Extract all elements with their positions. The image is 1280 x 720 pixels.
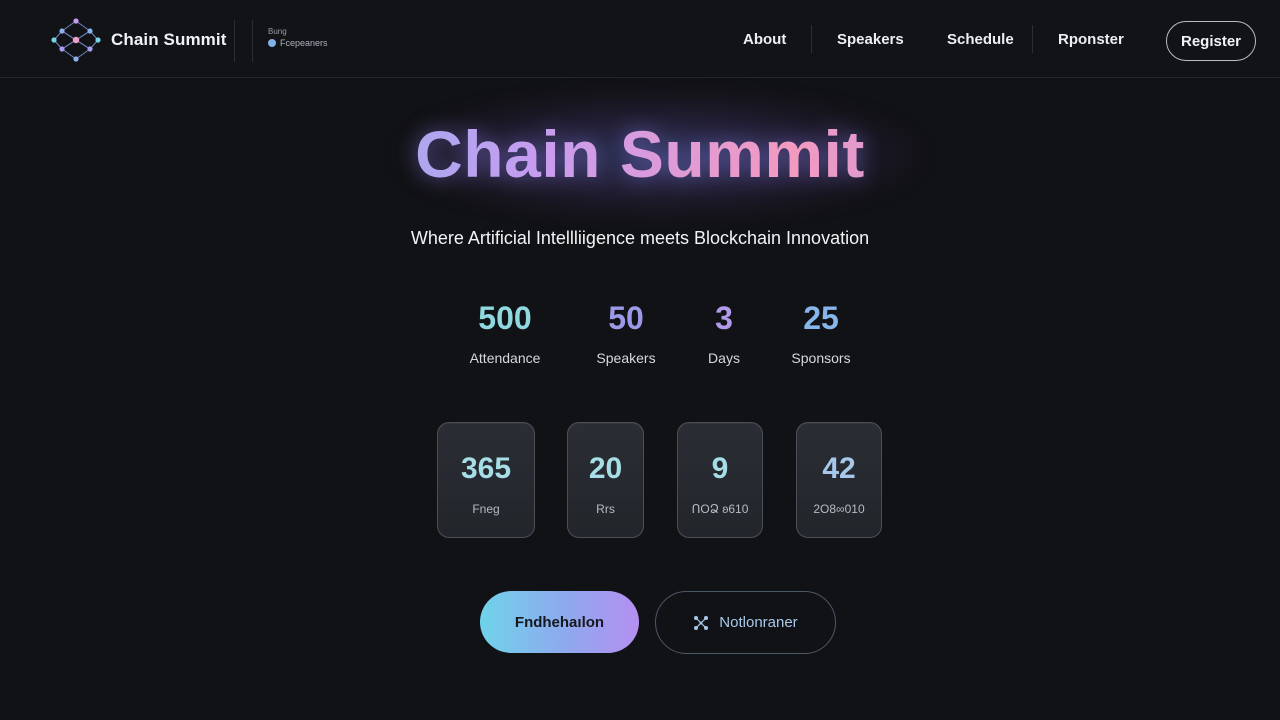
header-divider xyxy=(252,20,253,62)
hero-subtitle: Where Artificial Intellliigence meets Bl… xyxy=(410,228,870,248)
nav-divider xyxy=(811,25,812,53)
stat-attendance: 500 Attendance xyxy=(455,300,555,366)
register-button[interactable]: Register xyxy=(1166,21,1256,61)
countdown-card: 365 Fneg xyxy=(437,422,535,538)
countdown-value: 365 xyxy=(460,452,512,485)
countdown-value: 9 xyxy=(711,452,729,485)
nav-sponsor[interactable]: Rponster xyxy=(1058,31,1124,48)
stat-label: Sponsors xyxy=(791,350,851,366)
stat-label: Days xyxy=(708,350,740,366)
countdown-value: 42 xyxy=(822,452,856,485)
brand-name[interactable]: Chain Summit xyxy=(111,30,227,50)
countdown-card: 9 ՈOՁ ʚ610 xyxy=(677,422,763,538)
stat-value: 25 xyxy=(803,300,839,336)
nav-schedule[interactable]: Schedule xyxy=(947,31,1014,48)
countdown-label: 2O8∞010 xyxy=(813,502,865,516)
countdown-label: Fneg xyxy=(472,502,500,516)
nav-speakers[interactable]: Speakers xyxy=(837,31,904,48)
primary-cta-button[interactable]: Fndhehaılon xyxy=(480,591,639,653)
stat-speakers: 50 Speakers xyxy=(580,300,672,366)
countdown-card: 20 Rrs xyxy=(567,422,644,538)
stat-value: 50 xyxy=(608,300,644,336)
nav-about[interactable]: About xyxy=(743,31,786,48)
nav-divider xyxy=(1032,25,1033,53)
countdown-value: 20 xyxy=(588,452,623,485)
stat-label: Speakers xyxy=(596,350,656,366)
countdown-label: Rrs xyxy=(596,502,615,516)
stat-value: 500 xyxy=(478,300,532,336)
countdown-card: 42 2O8∞010 xyxy=(796,422,882,538)
status-label: Fcepeaners xyxy=(280,38,328,48)
stat-value: 3 xyxy=(715,300,733,336)
status-indicator: Bung Fcepeaners xyxy=(268,27,328,48)
stat-days: 3 Days xyxy=(690,300,758,366)
header-divider xyxy=(234,20,235,62)
site-header: Chain Summit Bung Fcepeaners About Speak… xyxy=(0,0,1280,78)
network-node-icon xyxy=(694,615,709,630)
status-dot-icon xyxy=(268,39,276,47)
stat-label: Attendance xyxy=(469,350,541,366)
hero-title: Chain Summit xyxy=(0,116,1280,192)
countdown-label: ՈOՁ ʚ610 xyxy=(691,502,749,516)
secondary-cta-button[interactable]: Notlonraner xyxy=(655,591,836,654)
status-caption: Bung xyxy=(268,27,287,36)
stat-sponsors: 25 Sponsors xyxy=(778,300,864,366)
network-logo-icon[interactable] xyxy=(50,17,102,63)
secondary-cta-label: Notlonraner xyxy=(719,614,798,631)
